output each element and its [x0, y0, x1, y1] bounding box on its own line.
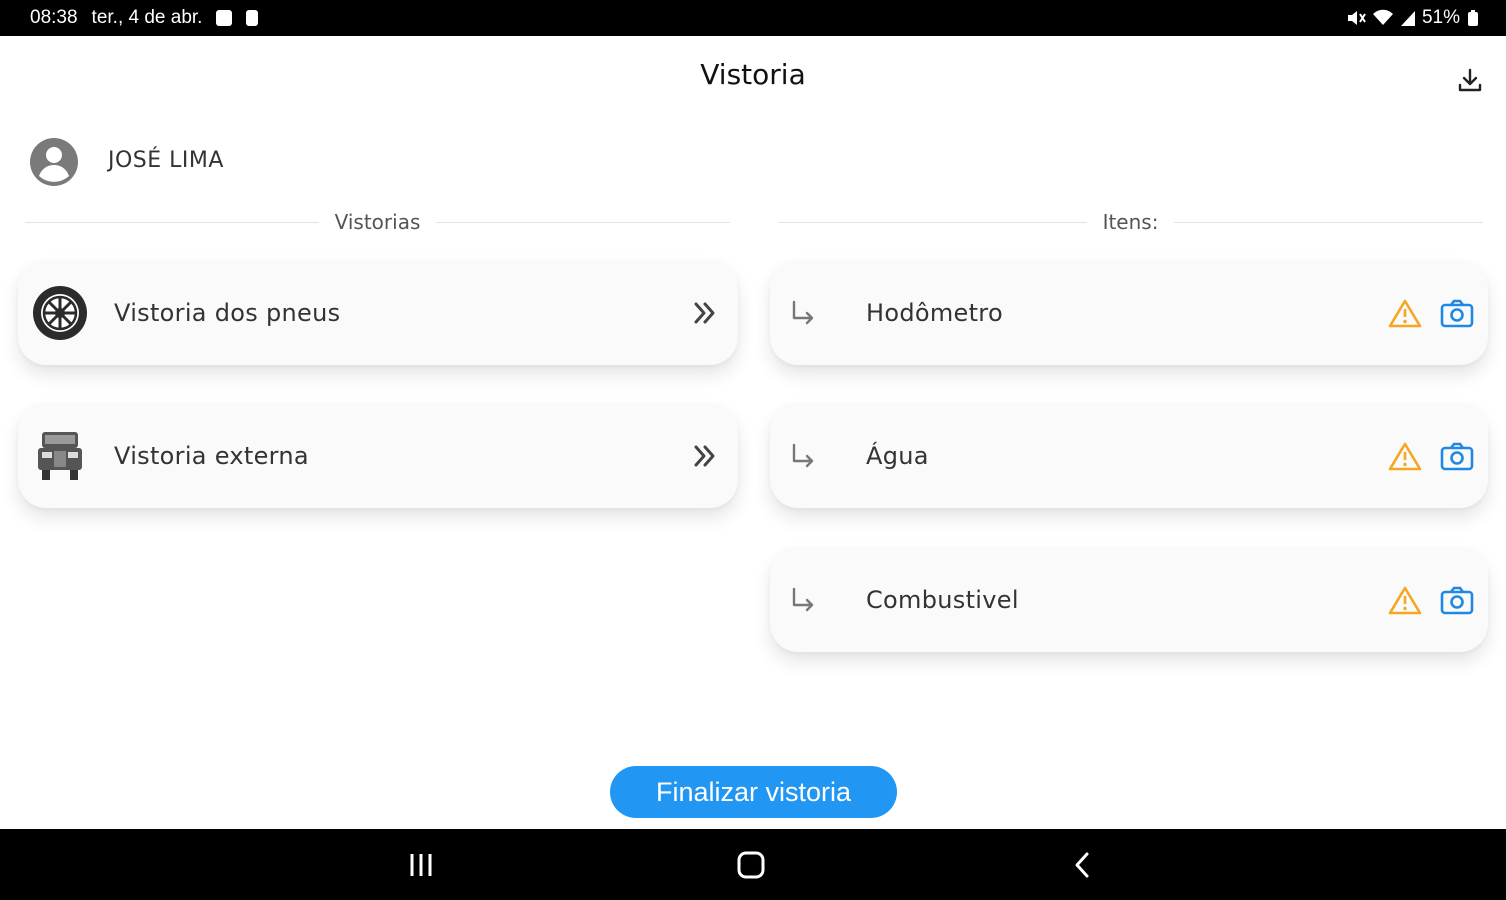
tire-icon — [33, 285, 87, 340]
finalize-inspection-button[interactable]: Finalizar vistoria — [610, 766, 897, 818]
item-card-hodometro[interactable]: Hodômetro — [770, 260, 1488, 365]
subdirectory-arrow-icon — [792, 300, 814, 324]
warning-icon[interactable] — [1388, 585, 1422, 615]
wifi-icon — [1372, 9, 1393, 25]
battery-percent: 51% — [1421, 7, 1460, 28]
recent-apps-icon — [410, 854, 432, 876]
item-card-agua[interactable]: Água — [770, 403, 1488, 508]
double-chevron-right-icon — [694, 445, 715, 466]
status-bar: 08:38 ter., 4 de abr. 51% — [0, 0, 1506, 36]
truck-icon — [38, 431, 82, 480]
recent-apps-button[interactable] — [401, 847, 441, 883]
status-time: 08:38 — [30, 7, 78, 28]
subdirectory-arrow-icon — [792, 443, 814, 467]
item-label: Combustivel — [866, 585, 1019, 614]
vistoria-card-externa[interactable]: Vistoria externa — [18, 403, 738, 508]
double-chevron-right-icon — [694, 302, 715, 323]
camera-icon[interactable] — [1440, 585, 1474, 615]
back-icon — [1075, 852, 1089, 878]
status-date: ter., 4 de abr. — [91, 7, 203, 28]
vistorias-section-label: Vistorias — [334, 210, 421, 234]
item-card-combustivel[interactable]: Combustivel — [770, 547, 1488, 652]
vistoria-label: Vistoria dos pneus — [114, 298, 341, 327]
vistoria-card-pneus[interactable]: Vistoria dos pneus — [18, 260, 738, 365]
page-title: Vistoria — [700, 58, 806, 91]
back-button[interactable] — [1062, 847, 1102, 883]
vistoria-label: Vistoria externa — [114, 441, 309, 470]
signal-icon — [1400, 11, 1415, 26]
subdirectory-arrow-icon — [792, 587, 814, 611]
battery-icon — [1468, 10, 1478, 26]
gallery-notification-icon — [216, 10, 233, 26]
app-notification-icon — [246, 10, 259, 26]
user-name: JOSÉ LIMA — [108, 148, 224, 173]
navigation-bar — [0, 829, 1506, 900]
home-button[interactable] — [731, 847, 771, 883]
download-button[interactable] — [1452, 62, 1488, 98]
item-label: Hodômetro — [866, 298, 1003, 327]
warning-icon[interactable] — [1388, 298, 1422, 328]
warning-icon[interactable] — [1388, 441, 1422, 471]
camera-icon[interactable] — [1440, 441, 1474, 471]
account-circle-icon — [30, 138, 78, 186]
item-label: Água — [866, 441, 929, 470]
download-icon — [1458, 68, 1482, 92]
mute-icon — [1347, 11, 1366, 25]
itens-divider: Itens: — [778, 210, 1484, 234]
itens-section-label: Itens: — [1102, 210, 1159, 234]
home-icon — [737, 851, 765, 879]
camera-icon[interactable] — [1440, 298, 1474, 328]
vistorias-divider: Vistorias — [25, 210, 731, 234]
